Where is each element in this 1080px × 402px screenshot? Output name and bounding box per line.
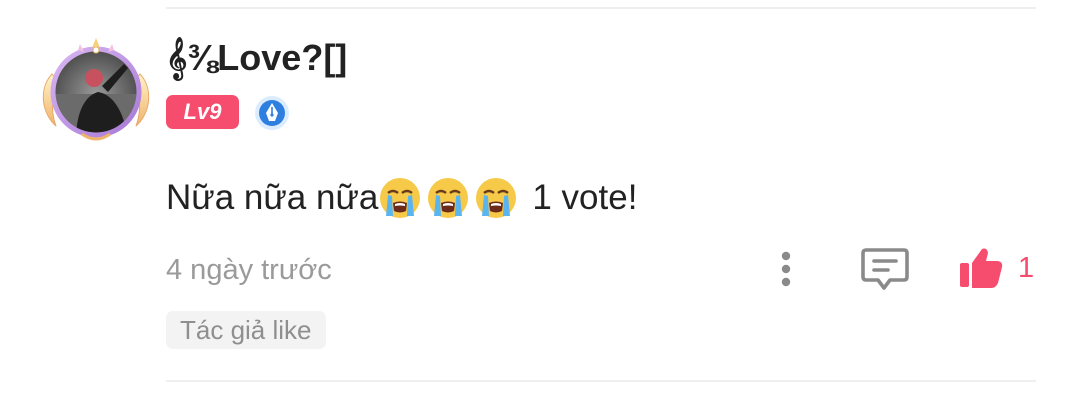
author-liked-badge: Tác giả like — [166, 311, 326, 349]
bottom-divider — [166, 380, 1036, 382]
pen-nib-badge-icon — [254, 95, 290, 131]
like-count: 1 — [1018, 251, 1035, 284]
avatar[interactable] — [36, 34, 156, 146]
like-button[interactable]: 1 — [958, 244, 1042, 292]
username[interactable]: 𝄞⅜Love?[] — [166, 30, 347, 86]
loudly-crying-face-icon — [474, 176, 518, 220]
more-options-button[interactable] — [768, 248, 804, 290]
reply-button[interactable] — [860, 246, 910, 292]
top-divider — [166, 7, 1036, 9]
thumbs-up-icon — [960, 248, 1003, 288]
level-badge: Lv9 — [166, 95, 239, 129]
loudly-crying-face-icon — [378, 176, 422, 220]
vertical-dots-icon — [781, 251, 791, 287]
comment-body: Nữa nữa nữa 1 vote! — [166, 172, 637, 224]
loudly-crying-face-icon — [426, 176, 470, 220]
comment-bubble-icon — [861, 248, 909, 290]
comment-timestamp: 4 ngày trước — [166, 254, 332, 286]
comment-text-after: 1 vote! — [532, 178, 638, 217]
comment-text-before: Nữa nữa nữa — [166, 178, 379, 217]
